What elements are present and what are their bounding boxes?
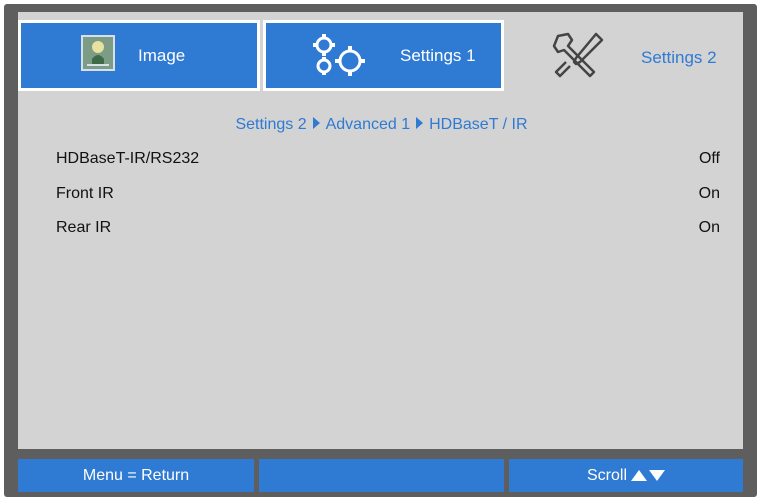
gears-icon — [310, 33, 370, 84]
footer-middle — [259, 459, 504, 492]
tab-settings-1-label: Settings 1 — [400, 46, 476, 65]
breadcrumb-item-hdbaset-ir: HDBaseT / IR — [429, 116, 528, 133]
setting-row-hdbaset-ir-rs232[interactable]: HDBaseT-IR/RS232 Off — [50, 150, 720, 174]
setting-label: Rear IR — [56, 219, 112, 236]
tab-image[interactable]: Image — [18, 20, 260, 91]
tab-settings-1[interactable]: Settings 1 — [263, 20, 504, 91]
footer-menu-return: Menu = Return — [18, 459, 254, 492]
breadcrumb-arrow-icon — [312, 117, 320, 129]
arrow-up-icon — [631, 470, 647, 482]
setting-value[interactable]: On — [699, 185, 720, 203]
breadcrumb-item-advanced-1: Advanced 1 — [325, 116, 411, 133]
setting-row-rear-ir[interactable]: Rear IR On — [50, 219, 720, 243]
tab-image-label: Image — [138, 46, 186, 65]
breadcrumb-item-settings-2: Settings 2 — [235, 116, 307, 133]
image-icon — [81, 35, 115, 71]
setting-value[interactable]: Off — [699, 150, 720, 168]
arrow-down-icon — [649, 470, 665, 482]
footer-menu-return-label: Menu = Return — [82, 467, 190, 484]
breadcrumb: Settings 2 Advanced 1 HDBaseT / IR — [0, 116, 763, 134]
footer-scroll-label: Scroll — [586, 467, 627, 484]
tab-settings-2[interactable]: Settings 2 — [512, 12, 743, 102]
setting-label: HDBaseT-IR/RS232 — [56, 150, 200, 167]
setting-row-front-ir[interactable]: Front IR On — [50, 185, 720, 209]
tools-icon — [550, 30, 606, 87]
breadcrumb-arrow-icon — [416, 117, 424, 129]
setting-value[interactable]: On — [699, 219, 720, 237]
footer-scroll: Scroll — [509, 459, 743, 492]
setting-label: Front IR — [56, 185, 114, 202]
tab-settings-2-label: Settings 2 — [641, 48, 717, 67]
